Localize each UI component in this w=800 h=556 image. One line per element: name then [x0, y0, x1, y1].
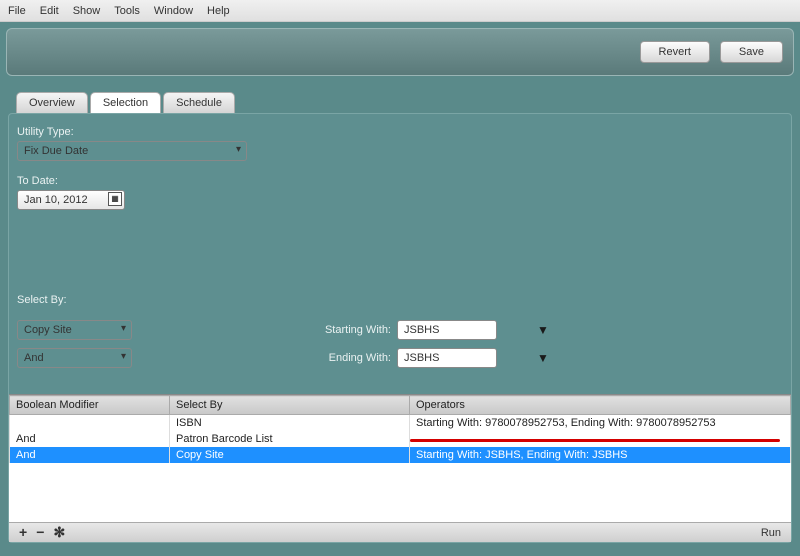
tab-strip: Overview Selection Schedule	[16, 92, 800, 113]
starting-with-input[interactable]	[397, 320, 497, 340]
run-button[interactable]: Run	[761, 527, 781, 539]
tab-schedule[interactable]: Schedule	[163, 92, 235, 113]
ending-with-input[interactable]	[397, 348, 497, 368]
menu-show[interactable]: Show	[73, 5, 101, 17]
gear-icon[interactable]: ✻	[54, 524, 66, 540]
cell-selectby: Copy Site	[170, 447, 410, 463]
menu-window[interactable]: Window	[154, 5, 193, 17]
boolean-dropdown[interactable]	[17, 348, 132, 368]
revert-button[interactable]: Revert	[640, 41, 710, 63]
ending-with-dropdown-icon[interactable]: ▼	[537, 351, 567, 365]
col-boolean-modifier[interactable]: Boolean Modifier	[10, 396, 170, 415]
cell-bool	[10, 415, 170, 432]
starting-with-label: Starting With:	[307, 324, 397, 336]
utility-type-select[interactable]	[17, 141, 247, 161]
starting-with-dropdown-icon[interactable]: ▼	[537, 323, 567, 337]
select-by-label: Select By:	[17, 294, 783, 306]
table-row[interactable]: ISBN Starting With: 9780078952753, Endin…	[10, 415, 791, 432]
cell-selectby: Patron Barcode List	[170, 431, 410, 447]
ending-with-label: Ending With:	[307, 352, 397, 364]
tab-selection[interactable]: Selection	[90, 92, 161, 113]
menu-bar: File Edit Show Tools Window Help	[0, 0, 800, 22]
utility-type-label: Utility Type:	[17, 126, 783, 138]
menu-tools[interactable]: Tools	[114, 5, 140, 17]
selection-panel: Utility Type: To Date: ▦ Select By: Star…	[8, 113, 792, 543]
col-operators[interactable]: Operators	[410, 396, 791, 415]
menu-help[interactable]: Help	[207, 5, 230, 17]
save-button[interactable]: Save	[720, 41, 783, 63]
table-row-selected[interactable]: And Copy Site Starting With: JSBHS, Endi…	[10, 447, 791, 463]
cell-bool: And	[10, 431, 170, 447]
remove-icon[interactable]: −	[36, 524, 44, 540]
calendar-icon[interactable]: ▦	[108, 192, 122, 206]
cell-operators: Starting With: JSBHS, Ending With: JSBHS	[410, 447, 791, 463]
table-row[interactable]: And Patron Barcode List	[10, 431, 791, 447]
menu-edit[interactable]: Edit	[40, 5, 59, 17]
panel-footer: + − ✻ Run	[9, 522, 791, 542]
select-by-dropdown[interactable]	[17, 320, 132, 340]
toolbar-area: Revert Save	[0, 22, 800, 82]
cell-operators-redacted	[410, 431, 791, 447]
to-date-label: To Date:	[17, 175, 783, 187]
criteria-table-wrap: Boolean Modifier Select By Operators ISB…	[9, 394, 791, 522]
criteria-table: Boolean Modifier Select By Operators ISB…	[9, 395, 791, 463]
add-icon[interactable]: +	[19, 524, 27, 540]
tab-overview[interactable]: Overview	[16, 92, 88, 113]
cell-operators: Starting With: 9780078952753, Ending Wit…	[410, 415, 791, 432]
menu-file[interactable]: File	[8, 5, 26, 17]
cell-bool: And	[10, 447, 170, 463]
action-toolbar: Revert Save	[6, 28, 794, 76]
cell-selectby: ISBN	[170, 415, 410, 432]
col-select-by[interactable]: Select By	[170, 396, 410, 415]
